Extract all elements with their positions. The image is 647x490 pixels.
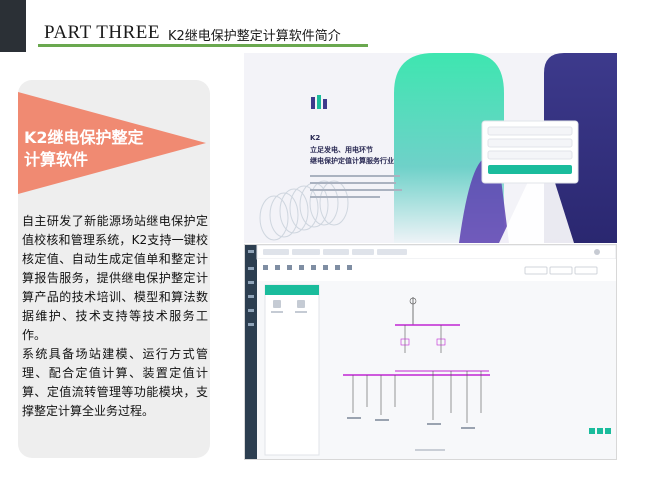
toolbar-buttons [524,266,598,275]
user-avatar[interactable] [594,249,600,255]
canvas-controls [589,428,611,434]
part-title: PART THREE [44,22,160,43]
app-tabs [263,249,407,255]
app-screenshot [244,244,617,460]
login-slogan-1: 立足发电、用电环节 [310,145,373,154]
login-button[interactable] [488,165,572,174]
captcha-field[interactable] [487,150,573,160]
login-screenshot: K2 立足发电、用电环节 继电保护定值计算服务行业 [244,53,617,243]
username-field[interactable] [487,126,573,136]
app-ui-illustration [245,245,616,459]
password-field[interactable] [487,138,573,148]
title-underline [38,44,368,47]
login-brand: K2 [310,134,320,142]
login-form [481,120,579,184]
app-sidebar [245,245,257,459]
component-panel-header [265,285,319,295]
description: 自主研发了新能源场站继电保护定值校核和管理系统，K2支持一键校核定值、自动生成定… [22,212,208,421]
login-illustration: K2 立足发电、用电环节 继电保护定值计算服务行业 [244,53,617,243]
tag-text: K2继电保护整定 计算软件 [24,127,144,171]
description-paragraph-1: 自主研发了新能源场站继电保护定值校核和管理系统，K2支持一键校核定值、自动生成定… [22,214,208,342]
login-slogan-2: 继电保护定值计算服务行业 [310,156,394,165]
section-subtitle: K2继电保护整定计算软件简介 [168,29,341,44]
corner-block [0,0,26,52]
component-panel [264,284,320,456]
tag-line-1: K2继电保护整定 [24,128,144,147]
tag-line-2: 计算软件 [24,150,89,169]
description-paragraph-2: 系统具备场站建模、运行方式管理、配合定值计算、装置定值计算、定值流转管理等功能模… [22,347,208,418]
